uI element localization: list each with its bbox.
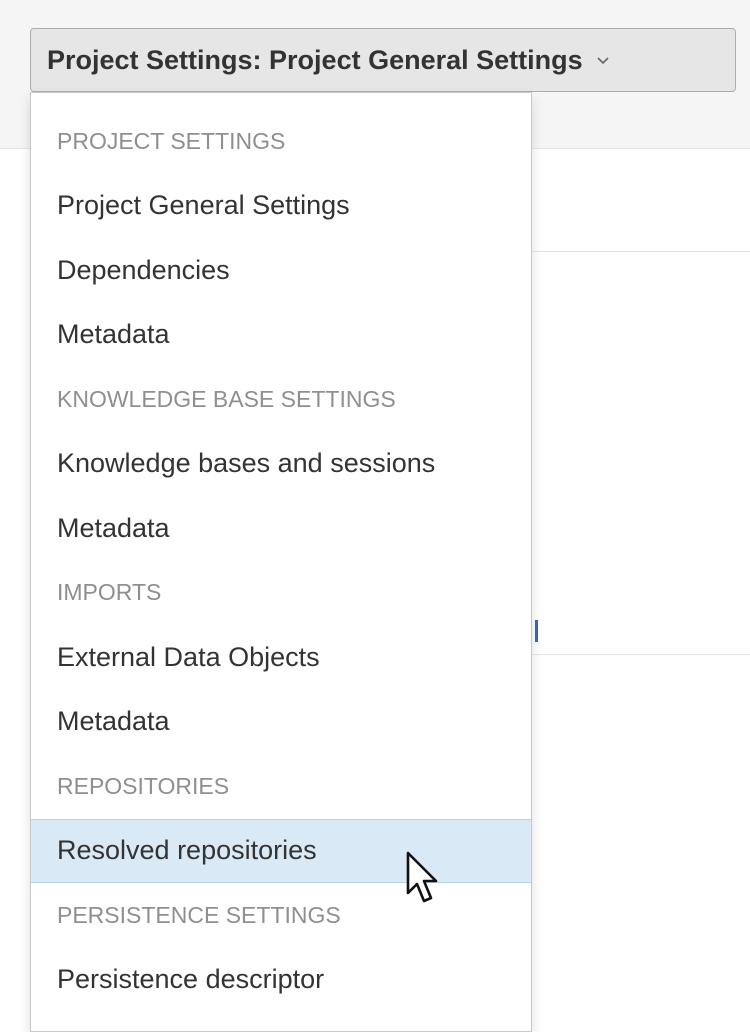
menu-item-imports-metadata[interactable]: Metadata — [31, 690, 531, 755]
section-divider — [530, 654, 750, 655]
chevron-down-icon — [593, 50, 613, 70]
menu-item-knowledge-bases-and-sessions[interactable]: Knowledge bases and sessions — [31, 432, 531, 497]
menu-item-kb-metadata[interactable]: Metadata — [31, 496, 531, 561]
menu-item-external-data-objects[interactable]: External Data Objects — [31, 625, 531, 690]
menu-item-resolved-repositories[interactable]: Resolved repositories — [31, 818, 531, 883]
dropdown-button-label: Project Settings: Project General Settin… — [47, 44, 583, 75]
menu-item-project-metadata[interactable]: Metadata — [31, 303, 531, 368]
mouse-pointer-icon — [406, 851, 438, 903]
settings-dropdown-menu: PROJECT SETTINGS Project General Setting… — [30, 92, 532, 1032]
menu-header-repositories: REPOSITORIES — [57, 772, 230, 799]
menu-item-persistence-descriptor[interactable]: Persistence descriptor — [31, 948, 531, 1013]
menu-header-persistence-settings: PERSISTENCE SETTINGS — [57, 901, 341, 928]
menu-header-project-settings: PROJECT SETTINGS — [57, 127, 286, 154]
menu-item-dependencies[interactable]: Dependencies — [31, 238, 531, 303]
heading-divider — [530, 251, 750, 252]
page-link[interactable] — [535, 620, 538, 642]
menu-header-knowledge-base-settings: KNOWLEDGE BASE SETTINGS — [57, 385, 396, 412]
project-settings-dropdown-button[interactable]: Project Settings: Project General Settin… — [30, 28, 736, 92]
menu-item-project-general-settings[interactable]: Project General Settings — [31, 174, 531, 239]
menu-header-imports: IMPORTS — [57, 579, 162, 606]
